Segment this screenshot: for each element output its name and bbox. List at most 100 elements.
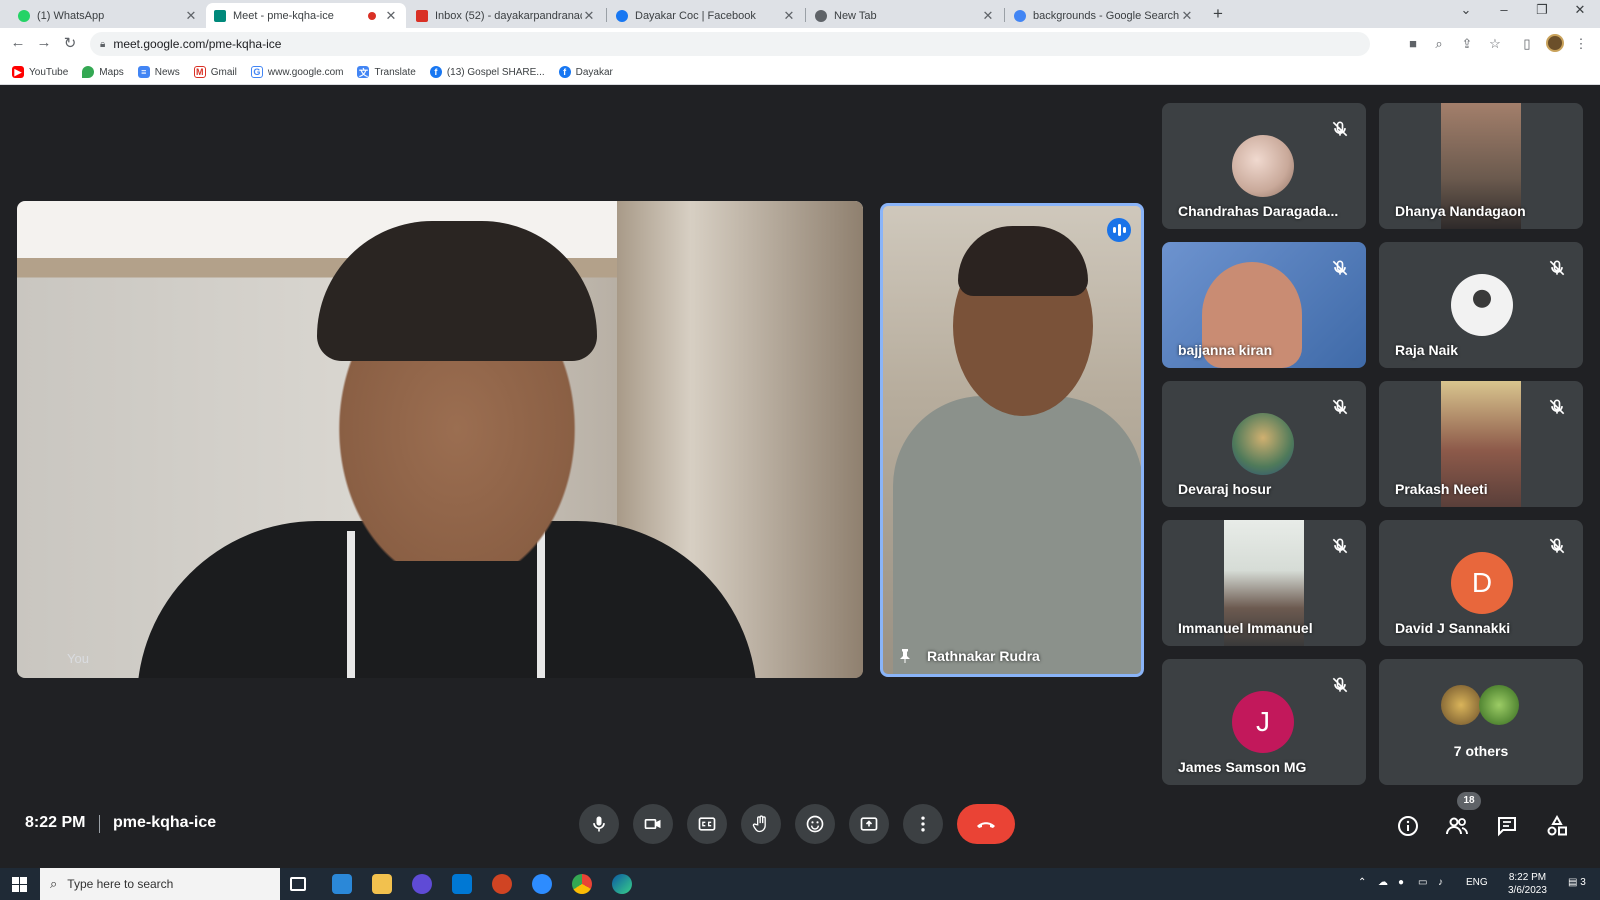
- bookmark-star-icon[interactable]: ☆: [1486, 36, 1504, 52]
- bookmark-dayakar[interactable]: f Dayakar: [558, 66, 613, 78]
- close-icon[interactable]: ✕: [384, 8, 398, 24]
- facebook-icon: f: [558, 66, 571, 78]
- participant-tile[interactable]: Immanuel Immanuel: [1162, 520, 1366, 646]
- mic-button[interactable]: [579, 804, 619, 844]
- chrome-icon[interactable]: [572, 874, 592, 894]
- notifications-icon[interactable]: ▤ 3: [1568, 877, 1586, 888]
- end-call-button[interactable]: [957, 804, 1015, 844]
- language-indicator[interactable]: ENG: [1466, 877, 1488, 888]
- mic-off-icon: [1549, 399, 1565, 415]
- participant-tile[interactable]: Raja Naik: [1379, 242, 1583, 368]
- tab-gmail[interactable]: Inbox (52) - dayakarpandranaco ✕: [408, 3, 604, 28]
- new-tab-button[interactable]: +: [1213, 4, 1223, 24]
- share-icon[interactable]: ⇪: [1458, 36, 1476, 52]
- store-icon[interactable]: [452, 874, 472, 894]
- close-icon[interactable]: ✕: [1180, 8, 1194, 24]
- bookmark-translate[interactable]: 文 Translate: [357, 66, 416, 78]
- tab-meet[interactable]: Meet - pme-kqha-ice ✕: [206, 3, 406, 28]
- tab-separator: [1004, 8, 1005, 22]
- more-vert-icon: [921, 816, 925, 832]
- bookmark-google[interactable]: Gwww.google.com: [250, 66, 343, 78]
- close-icon[interactable]: ✕: [184, 8, 198, 24]
- present-button[interactable]: [849, 804, 889, 844]
- task-view-icon[interactable]: [290, 877, 306, 891]
- people-icon[interactable]: [1445, 814, 1469, 838]
- bookmark-youtube[interactable]: ▶ YouTube: [12, 66, 68, 78]
- tab-strip: (1) WhatsApp ✕ Meet - pme-kqha-ice ✕ Inb…: [0, 0, 1600, 28]
- reactions-button[interactable]: [795, 804, 835, 844]
- speaker-video-tile[interactable]: Rathnakar Rudra: [880, 203, 1144, 677]
- mic-off-icon: [1332, 121, 1348, 137]
- tab-search-icon[interactable]: ⌄: [1454, 2, 1478, 18]
- participant-tile[interactable]: Prakash Neeti: [1379, 381, 1583, 507]
- captions-icon: [698, 817, 716, 831]
- taskbar-search[interactable]: ⌕ Type here to search: [40, 868, 280, 900]
- activities-icon[interactable]: [1545, 814, 1569, 838]
- pin-icon[interactable]: [897, 648, 913, 664]
- edge-icon[interactable]: [612, 874, 632, 894]
- others-label: 7 others: [1453, 743, 1509, 759]
- participant-tile[interactable]: D David J Sannakki: [1379, 520, 1583, 646]
- raise-hand-button[interactable]: [741, 804, 781, 844]
- tray-chevron-icon[interactable]: ⌃: [1358, 877, 1366, 888]
- address-bar[interactable]: 🔒︎ meet.google.com/pme-kqha-ice: [90, 32, 1370, 56]
- info-icon[interactable]: [1396, 814, 1420, 838]
- bookmark-maps[interactable]: Maps: [82, 66, 124, 78]
- close-icon[interactable]: ✕: [582, 8, 596, 24]
- others-tile[interactable]: 7 others: [1379, 659, 1583, 785]
- close-icon[interactable]: ✕: [981, 8, 995, 24]
- recording-indicator-icon: [368, 11, 376, 20]
- app-icon[interactable]: [412, 874, 432, 894]
- powerpoint-icon[interactable]: [492, 874, 512, 894]
- participant-count-badge: 18: [1457, 792, 1481, 810]
- bookmark-gmail[interactable]: M Gmail: [193, 66, 237, 78]
- participant-tile[interactable]: bajjanna kiran: [1162, 242, 1366, 368]
- onedrive-icon[interactable]: ☁: [1378, 877, 1388, 888]
- meet-stage: You Rathnakar Rudra Chandrahas Daragada.…: [0, 85, 1600, 868]
- minimize-button[interactable]: –: [1492, 2, 1516, 17]
- tab-separator: [606, 8, 607, 22]
- more-options-button[interactable]: [903, 804, 943, 844]
- zoom-icon[interactable]: ⌕: [1430, 36, 1448, 52]
- network-icon[interactable]: ▭: [1418, 877, 1427, 888]
- reload-button[interactable]: ↻: [60, 34, 80, 52]
- bookmarks-bar: ▶ YouTube Maps ≡ News M Gmail Gwww.google.c…: [0, 60, 1600, 85]
- windows-start-icon[interactable]: [12, 877, 27, 892]
- whatsapp-icon: [18, 9, 30, 22]
- back-button[interactable]: ←: [8, 34, 28, 51]
- close-icon[interactable]: ✕: [782, 8, 796, 24]
- forward-button[interactable]: →: [34, 34, 54, 51]
- tab-new-tab[interactable]: New Tab ✕: [807, 3, 1003, 28]
- captions-button[interactable]: [687, 804, 727, 844]
- bookmark-gospel-share[interactable]: f (13) Gospel SHARE...: [429, 66, 545, 78]
- profile-avatar[interactable]: [1546, 34, 1564, 52]
- zoom-app-icon[interactable]: [532, 874, 552, 894]
- file-explorer-icon[interactable]: [372, 874, 392, 894]
- menu-icon[interactable]: ⋮: [1572, 36, 1590, 52]
- taskbar-clock[interactable]: 8:22 PM 3/6/2023: [1508, 871, 1547, 897]
- participant-tile[interactable]: Dhanya Nandagaon: [1379, 103, 1583, 229]
- tab-whatsapp[interactable]: (1) WhatsApp ✕: [10, 3, 206, 28]
- tab-google-search[interactable]: backgrounds - Google Search ✕: [1006, 3, 1202, 28]
- participant-tile[interactable]: Chandrahas Daragada...: [1162, 103, 1366, 229]
- camera-icon[interactable]: ■: [1404, 36, 1422, 51]
- self-video-tile[interactable]: You: [17, 201, 863, 678]
- chat-icon[interactable]: [1495, 814, 1519, 838]
- tray-mic-icon[interactable]: ●: [1398, 877, 1404, 888]
- volume-icon[interactable]: ♪: [1438, 877, 1443, 888]
- participant-tile[interactable]: Devaraj hosur: [1162, 381, 1366, 507]
- participant-tile[interactable]: J James Samson MG: [1162, 659, 1366, 785]
- camera-button[interactable]: [633, 804, 673, 844]
- close-window-button[interactable]: ✕: [1568, 2, 1592, 18]
- mic-off-icon: [1549, 260, 1565, 276]
- restore-button[interactable]: ❐: [1530, 2, 1554, 18]
- side-panel-icon[interactable]: ▯: [1518, 36, 1536, 52]
- news-icon: ≡: [137, 66, 150, 78]
- hand-icon: [752, 815, 766, 833]
- participant-avatar: [1479, 685, 1519, 725]
- participant-avatar: [1441, 685, 1481, 725]
- mic-off-icon: [1549, 538, 1565, 554]
- mail-icon[interactable]: [332, 874, 352, 894]
- bookmark-news[interactable]: ≡ News: [137, 66, 180, 78]
- tab-facebook[interactable]: Dayakar Coc | Facebook ✕: [608, 3, 804, 28]
